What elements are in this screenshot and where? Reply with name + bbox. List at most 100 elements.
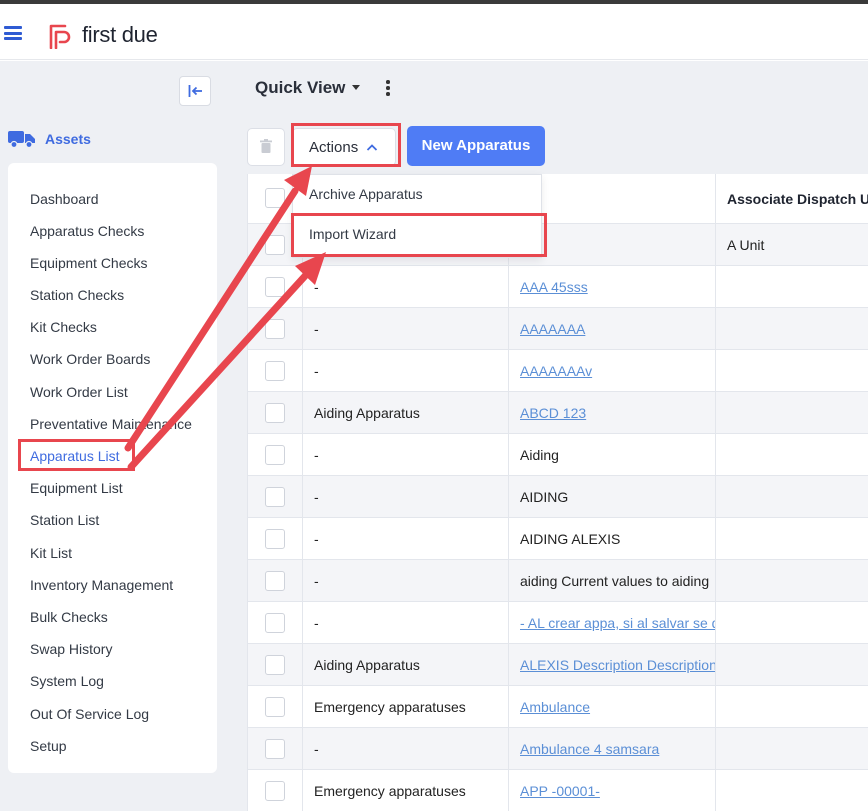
sidebar-item-setup[interactable]: Setup [30, 738, 67, 754]
row-checkbox[interactable] [265, 403, 285, 423]
sidebar-item-apparatus-list[interactable]: Apparatus List [30, 448, 120, 464]
table-row[interactable]: - aiding Current values to aiding [248, 560, 868, 602]
row-checkbox[interactable] [265, 445, 285, 465]
table-row[interactable]: - AAA 45sss [248, 266, 868, 308]
sidebar-item-station-checks[interactable]: Station Checks [30, 287, 124, 303]
sidebar-item-work-order-boards[interactable]: Work Order Boards [30, 351, 150, 367]
cell-name: AIDING [520, 489, 569, 505]
more-options-icon[interactable] [385, 80, 391, 96]
sidebar-item-apparatus-checks[interactable]: Apparatus Checks [30, 223, 144, 239]
hamburger-menu-icon[interactable] [4, 26, 24, 40]
sidebar: Assets Dashboard Apparatus Checks Equipm… [0, 61, 232, 811]
row-checkbox[interactable] [265, 655, 285, 675]
column-header-dispatch-unit[interactable]: Associate Dispatch U [727, 191, 868, 207]
archive-apparatus-menu-item[interactable]: Archive Apparatus [309, 186, 423, 202]
cell-type: - [314, 279, 319, 295]
top-bar: first due [0, 4, 868, 60]
new-apparatus-button[interactable]: New Apparatus [407, 126, 545, 166]
assets-section-label: Assets [45, 131, 91, 147]
sidebar-item-station-list[interactable]: Station List [30, 512, 99, 528]
row-checkbox[interactable] [265, 571, 285, 591]
assets-section-header[interactable]: Assets [8, 128, 91, 150]
cell-type: Emergency apparatuses [314, 699, 466, 715]
cell-type: - [314, 573, 319, 589]
sidebar-item-inventory-management[interactable]: Inventory Management [30, 577, 173, 593]
delete-button[interactable] [247, 128, 285, 166]
row-checkbox[interactable] [265, 361, 285, 381]
cell-name-link[interactable]: - AL crear appa, si al salvar se d [520, 615, 716, 631]
cell-name: AIDING ALEXIS [520, 531, 621, 547]
quick-view-caret-icon[interactable] [352, 85, 360, 90]
row-checkbox[interactable] [265, 277, 285, 297]
cell-name-link[interactable]: Ambulance 4 samsara [520, 741, 716, 757]
apparatus-table: me Associate Dispatch U ppA Unit-AAA 45s… [247, 174, 868, 811]
table-row[interactable]: Aiding Apparatus ABCD 123 [248, 392, 868, 434]
cell-name-link[interactable]: AAAAAAA [520, 321, 716, 337]
table-row[interactable]: - - AL crear appa, si al salvar se d [248, 602, 868, 644]
select-all-checkbox[interactable] [265, 188, 285, 208]
quick-view-selector[interactable]: Quick View [255, 78, 345, 98]
table-row[interactable]: - Aiding [248, 434, 868, 476]
cell-name-link[interactable]: AAA 45sss [520, 279, 716, 295]
sidebar-item-preventative-maintenance[interactable]: Preventative Maintenance [30, 416, 192, 432]
import-wizard-menu-item[interactable]: Import Wizard [309, 226, 396, 242]
collapse-left-icon [188, 85, 202, 97]
cell-name: Aiding [520, 447, 559, 463]
actions-button[interactable]: Actions [292, 128, 396, 166]
cell-type: - [314, 741, 319, 757]
cell-name: aiding Current values to aiding [520, 573, 710, 589]
column-divider [715, 174, 716, 811]
cell-type: - [314, 321, 319, 337]
row-checkbox[interactable] [265, 235, 285, 255]
row-checkbox[interactable] [265, 487, 285, 507]
row-checkbox[interactable] [265, 781, 285, 801]
table-row[interactable]: Emergency apparatuses Ambulance [248, 686, 868, 728]
table-row[interactable]: - AIDING [248, 476, 868, 518]
cell-dispatch-unit: A Unit [727, 237, 765, 253]
column-divider [302, 174, 303, 811]
sidebar-item-out-of-service-log[interactable]: Out Of Service Log [30, 706, 149, 722]
cell-name-link[interactable]: Ambulance [520, 699, 716, 715]
sidebar-item-swap-history[interactable]: Swap History [30, 641, 112, 657]
cell-type: - [314, 489, 319, 505]
cell-type: Aiding Apparatus [314, 657, 420, 673]
cell-type: - [314, 531, 319, 547]
sidebar-item-equipment-list[interactable]: Equipment List [30, 480, 123, 496]
table-row[interactable]: - AIDING ALEXIS [248, 518, 868, 560]
cell-type: Emergency apparatuses [314, 783, 466, 799]
cell-type: - [314, 615, 319, 631]
cell-type: - [314, 447, 319, 463]
cell-type: - [314, 363, 319, 379]
row-checkbox[interactable] [265, 529, 285, 549]
truck-icon [8, 131, 35, 148]
table-row[interactable]: - AAAAAAA [248, 308, 868, 350]
table-row[interactable]: Aiding Apparatus ALEXIS Description Descr… [248, 644, 868, 686]
cell-name-link[interactable]: APP -00001- [520, 783, 716, 799]
sidebar-item-work-order-list[interactable]: Work Order List [30, 384, 128, 400]
actions-dropdown-menu: Archive Apparatus Import Wizard [292, 174, 542, 258]
table-row[interactable]: - Ambulance 4 samsara [248, 728, 868, 770]
row-checkbox[interactable] [265, 319, 285, 339]
sidebar-item-kit-checks[interactable]: Kit Checks [30, 319, 97, 335]
cell-name-link[interactable]: pp [520, 237, 716, 253]
table-row[interactable]: - AAAAAAAv [248, 350, 868, 392]
row-checkbox[interactable] [265, 613, 285, 633]
sidebar-item-equipment-checks[interactable]: Equipment Checks [30, 255, 148, 271]
row-checkbox[interactable] [265, 697, 285, 717]
cell-name-link[interactable]: ALEXIS Description Description [520, 657, 716, 673]
cell-type: Aiding Apparatus [314, 405, 420, 421]
table-row[interactable]: Emergency apparatuses APP -00001- [248, 770, 868, 811]
sidebar-item-dashboard[interactable]: Dashboard [30, 191, 99, 207]
first-due-logo-icon [49, 24, 71, 49]
trash-icon [260, 139, 272, 153]
sidebar-item-system-log[interactable]: System Log [30, 673, 104, 689]
cell-name-link[interactable]: AAAAAAAv [520, 363, 716, 379]
sidebar-item-kit-list[interactable]: Kit List [30, 545, 72, 561]
row-checkbox[interactable] [265, 739, 285, 759]
sidebar-item-bulk-checks[interactable]: Bulk Checks [30, 609, 108, 625]
collapse-sidebar-button[interactable] [179, 76, 211, 106]
actions-button-label: Actions [309, 139, 359, 156]
sidebar-nav: Dashboard Apparatus Checks Equipment Che… [8, 163, 217, 773]
cell-name-link[interactable]: ABCD 123 [520, 405, 716, 421]
column-divider [508, 174, 509, 811]
